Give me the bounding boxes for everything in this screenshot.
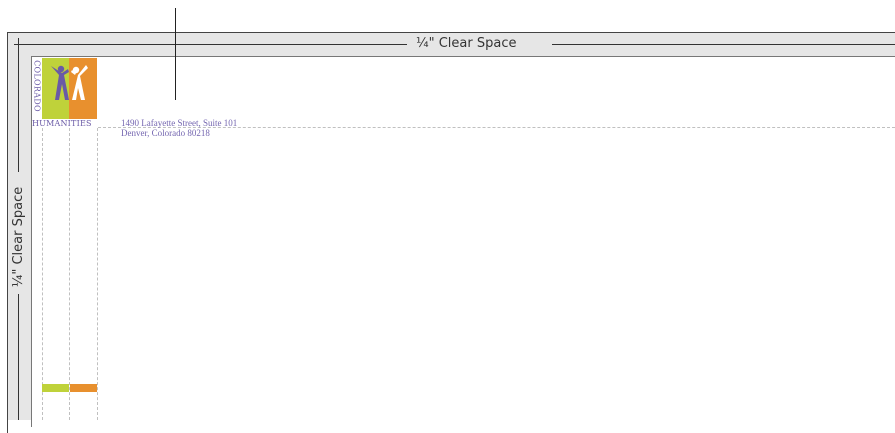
- lime-color-swatch: [42, 384, 69, 392]
- column-guide-1: [42, 128, 43, 420]
- address-block: 1490 Lafayette Street, Suite 101 Denver,…: [121, 118, 237, 138]
- logo-figures-icon: [51, 65, 88, 100]
- logo-wordmark: HUMANITIES: [32, 119, 92, 128]
- left-clear-space-label: ¼" Clear Space: [10, 182, 28, 292]
- column-guide-3: [97, 128, 98, 420]
- left-clear-space-rule-bottom: [18, 294, 19, 420]
- logo-side-text: COLORADO: [32, 60, 42, 112]
- top-clear-space-label: ¼" Clear Space: [412, 35, 521, 53]
- orange-color-swatch: [70, 384, 97, 392]
- top-clear-space-rule-right: [552, 44, 895, 45]
- column-guide-2: [69, 128, 70, 420]
- address-line-2: Denver, Colorado 80218: [121, 128, 210, 138]
- left-clear-space-rule-top: [18, 38, 19, 172]
- letterhead-content-area: [31, 56, 895, 427]
- address-line-1: 1490 Lafayette Street, Suite 101: [121, 118, 238, 128]
- alignment-marker-line: [175, 8, 176, 100]
- top-clear-space-rule-left: [14, 44, 407, 45]
